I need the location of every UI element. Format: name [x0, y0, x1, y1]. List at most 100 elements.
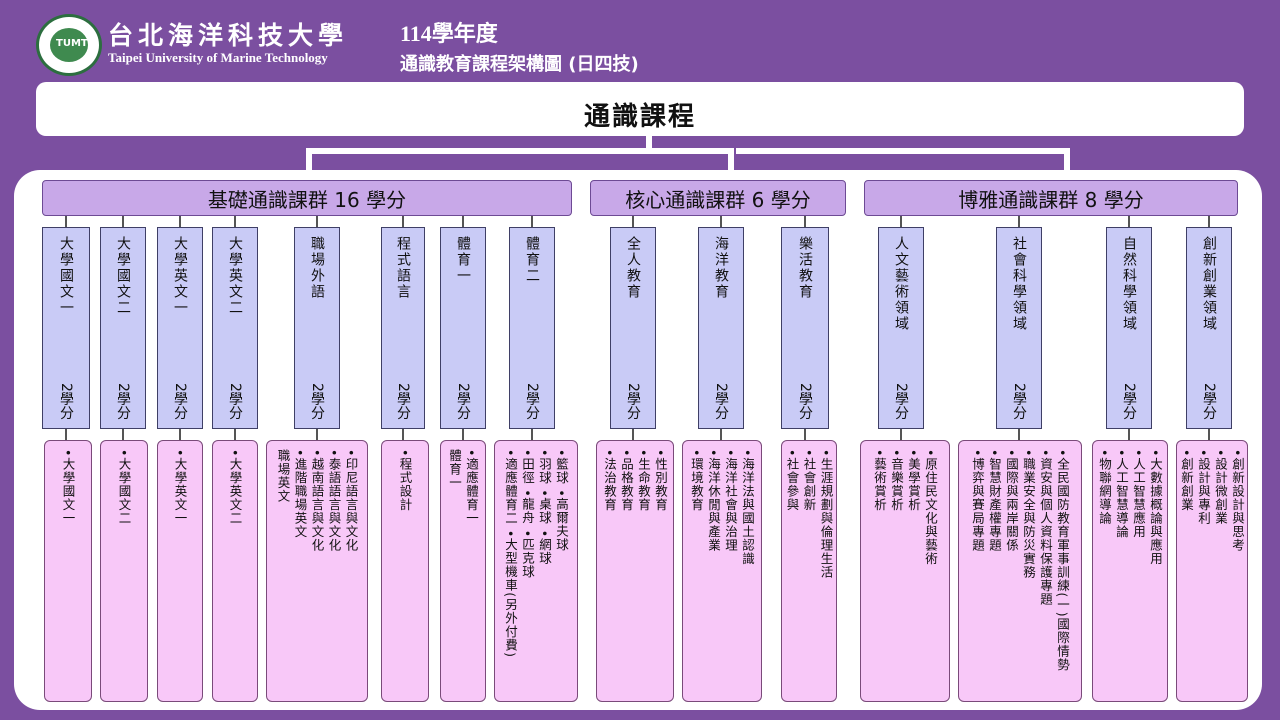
course-item: •大學英文一: [172, 449, 188, 525]
course-item: •國際與兩岸關係: [1004, 449, 1019, 552]
connector-category-subject: [1018, 216, 1020, 227]
connector-category-subject: [402, 216, 404, 227]
course-item: •越南語言與文化: [309, 449, 325, 552]
subject-credit: 2學分: [713, 383, 729, 420]
connector-category-subject: [122, 216, 124, 227]
subject-credit: 2學分: [1011, 383, 1027, 420]
connector-subject-course: [531, 429, 533, 440]
academic-year: 114學年度: [400, 21, 498, 46]
subject-box: 體育一 2學分: [440, 227, 486, 429]
subject-name: 體育一: [455, 236, 471, 284]
course-list: •大學英文二: [212, 440, 258, 702]
subject-credit: 2學分: [797, 383, 813, 420]
subject-box: 大學國文一 2學分: [42, 227, 90, 429]
category-liberal: 博雅通識課群 8 學分: [864, 180, 1238, 216]
subject-credit: 2學分: [227, 383, 243, 420]
course-item: •藝術賞析: [872, 449, 887, 512]
subject-credit: 2學分: [625, 383, 641, 420]
connector-subject-course: [900, 429, 902, 440]
page-subtitle: 通識教育課程架構圖 (日四技): [400, 54, 639, 75]
main-title: 通識課程: [583, 102, 696, 132]
connector-subject-course: [65, 429, 67, 440]
course-item: •人工智慧應用: [1131, 449, 1146, 539]
course-item: •程式設計: [397, 449, 413, 512]
course-list: •海洋法與國土認識 •海洋社會與治理 •海洋休閒與產業 •環境教育: [682, 440, 762, 702]
course-item: •適應體育二 •大型機車(另外付費): [503, 449, 518, 658]
connector-category-subject: [65, 216, 67, 227]
connector-category-subject: [462, 216, 464, 227]
subject-name: 職場外語: [309, 236, 325, 300]
course-item: 職場英文: [275, 449, 291, 503]
course-item: •印尼語言與文化: [343, 449, 359, 552]
course-item: •大學英文二: [227, 449, 243, 525]
course-item: •社會參與: [784, 449, 800, 512]
course-item: •田徑 •龍舟 •匹克球: [520, 449, 535, 579]
course-list: •原住民文化與藝術 •美學賞析 •音樂賞析 •藝術賞析: [860, 440, 950, 702]
subject-credit: 2學分: [395, 383, 411, 420]
university-name-cn: 台北海洋科技大學: [108, 21, 349, 50]
course-item: •大學國文二: [116, 449, 132, 525]
subject-name: 海洋教育: [713, 236, 729, 300]
subject-credit: 2學分: [58, 383, 74, 420]
subject-box: 職場外語 2學分: [294, 227, 340, 429]
subject-box: 體育二 2學分: [509, 227, 555, 429]
connector-category-subject: [531, 216, 533, 227]
course-item: •海洋休閒與產業: [706, 449, 721, 552]
course-item: •原住民文化與藝術: [923, 449, 938, 566]
connector-category-subject: [720, 216, 722, 227]
subject-name: 大學英文二: [227, 236, 243, 316]
subject-credit: 2學分: [524, 383, 540, 420]
subject-credit: 2學分: [1201, 383, 1217, 420]
course-list: •大數據概論與應用 •人工智慧應用 •人工智慧導論 •物聯網導論: [1092, 440, 1168, 702]
connector-category-subject: [900, 216, 902, 227]
course-item: •設計與專利: [1196, 449, 1211, 525]
subject-box: 人文藝術領域 2學分: [878, 227, 924, 429]
course-item: •進階職場英文: [292, 449, 308, 539]
subject-box: 樂活教育 2學分: [781, 227, 829, 429]
course-list: •創新設計與思考 •設計微創業 •設計與專利 •創新創業: [1176, 440, 1248, 702]
subject-name: 體育二: [524, 236, 540, 284]
course-item: •全民國防教育軍事訓練(一)國際情勢: [1055, 449, 1070, 672]
subject-credit: 2學分: [455, 383, 471, 420]
subject-box: 程式語言 2學分: [381, 227, 425, 429]
subject-name: 大學國文二: [115, 236, 131, 316]
connector-subject-course: [462, 429, 464, 440]
connector-subject-course: [234, 429, 236, 440]
subject-name: 大學英文一: [172, 236, 188, 316]
course-item: •博弈與賽局專題: [970, 449, 985, 552]
subject-box: 海洋教育 2學分: [698, 227, 744, 429]
course-item: •職業安全與防災實務: [1021, 449, 1036, 579]
course-item: •法治教育: [602, 449, 617, 512]
connector-subject-course: [720, 429, 722, 440]
course-list: •程式設計: [381, 440, 429, 702]
connector-subject-course: [179, 429, 181, 440]
subject-box: 大學英文一 2學分: [157, 227, 203, 429]
connector-category-subject: [179, 216, 181, 227]
course-item: •海洋法與國土認識: [740, 449, 755, 566]
subject-name: 人文藝術領域: [893, 236, 909, 332]
course-list: •全民國防教育軍事訓練(一)國際情勢 •資安與個人資料保護專題 •職業安全與防災實務…: [958, 440, 1082, 702]
connector-subject-course: [804, 429, 806, 440]
course-item: •適應體育一: [464, 449, 479, 525]
course-item: •創新設計與思考: [1230, 449, 1245, 552]
course-list: •大學國文二: [100, 440, 148, 702]
connector-category-subject: [804, 216, 806, 227]
subject-credit: 2學分: [893, 383, 909, 420]
course-item: •海洋社會與治理: [723, 449, 738, 552]
category-core: 核心通識課群 6 學分: [590, 180, 846, 216]
subject-credit: 2學分: [309, 383, 325, 420]
subject-box: 大學國文二 2學分: [100, 227, 146, 429]
category-basic: 基礎通識課群 16 學分: [42, 180, 572, 216]
course-item: •羽球 •桌球 •網球: [537, 449, 552, 566]
subject-credit: 2學分: [1121, 383, 1137, 420]
subject-name: 全人教育: [625, 236, 641, 300]
course-item: •智慧財產權專題: [987, 449, 1002, 552]
course-item: •環境教育: [689, 449, 704, 512]
subject-name: 樂活教育: [797, 236, 813, 300]
connector-subject-course: [632, 429, 634, 440]
course-item: •泰語語言與文化: [326, 449, 342, 552]
connector-right-horizontal: [736, 148, 1070, 154]
course-item: •生命教育: [636, 449, 651, 512]
subject-name: 創新創業領域: [1201, 236, 1217, 332]
course-list: •生涯規劃與倫理生活 •社會創新 •社會參與: [781, 440, 837, 702]
